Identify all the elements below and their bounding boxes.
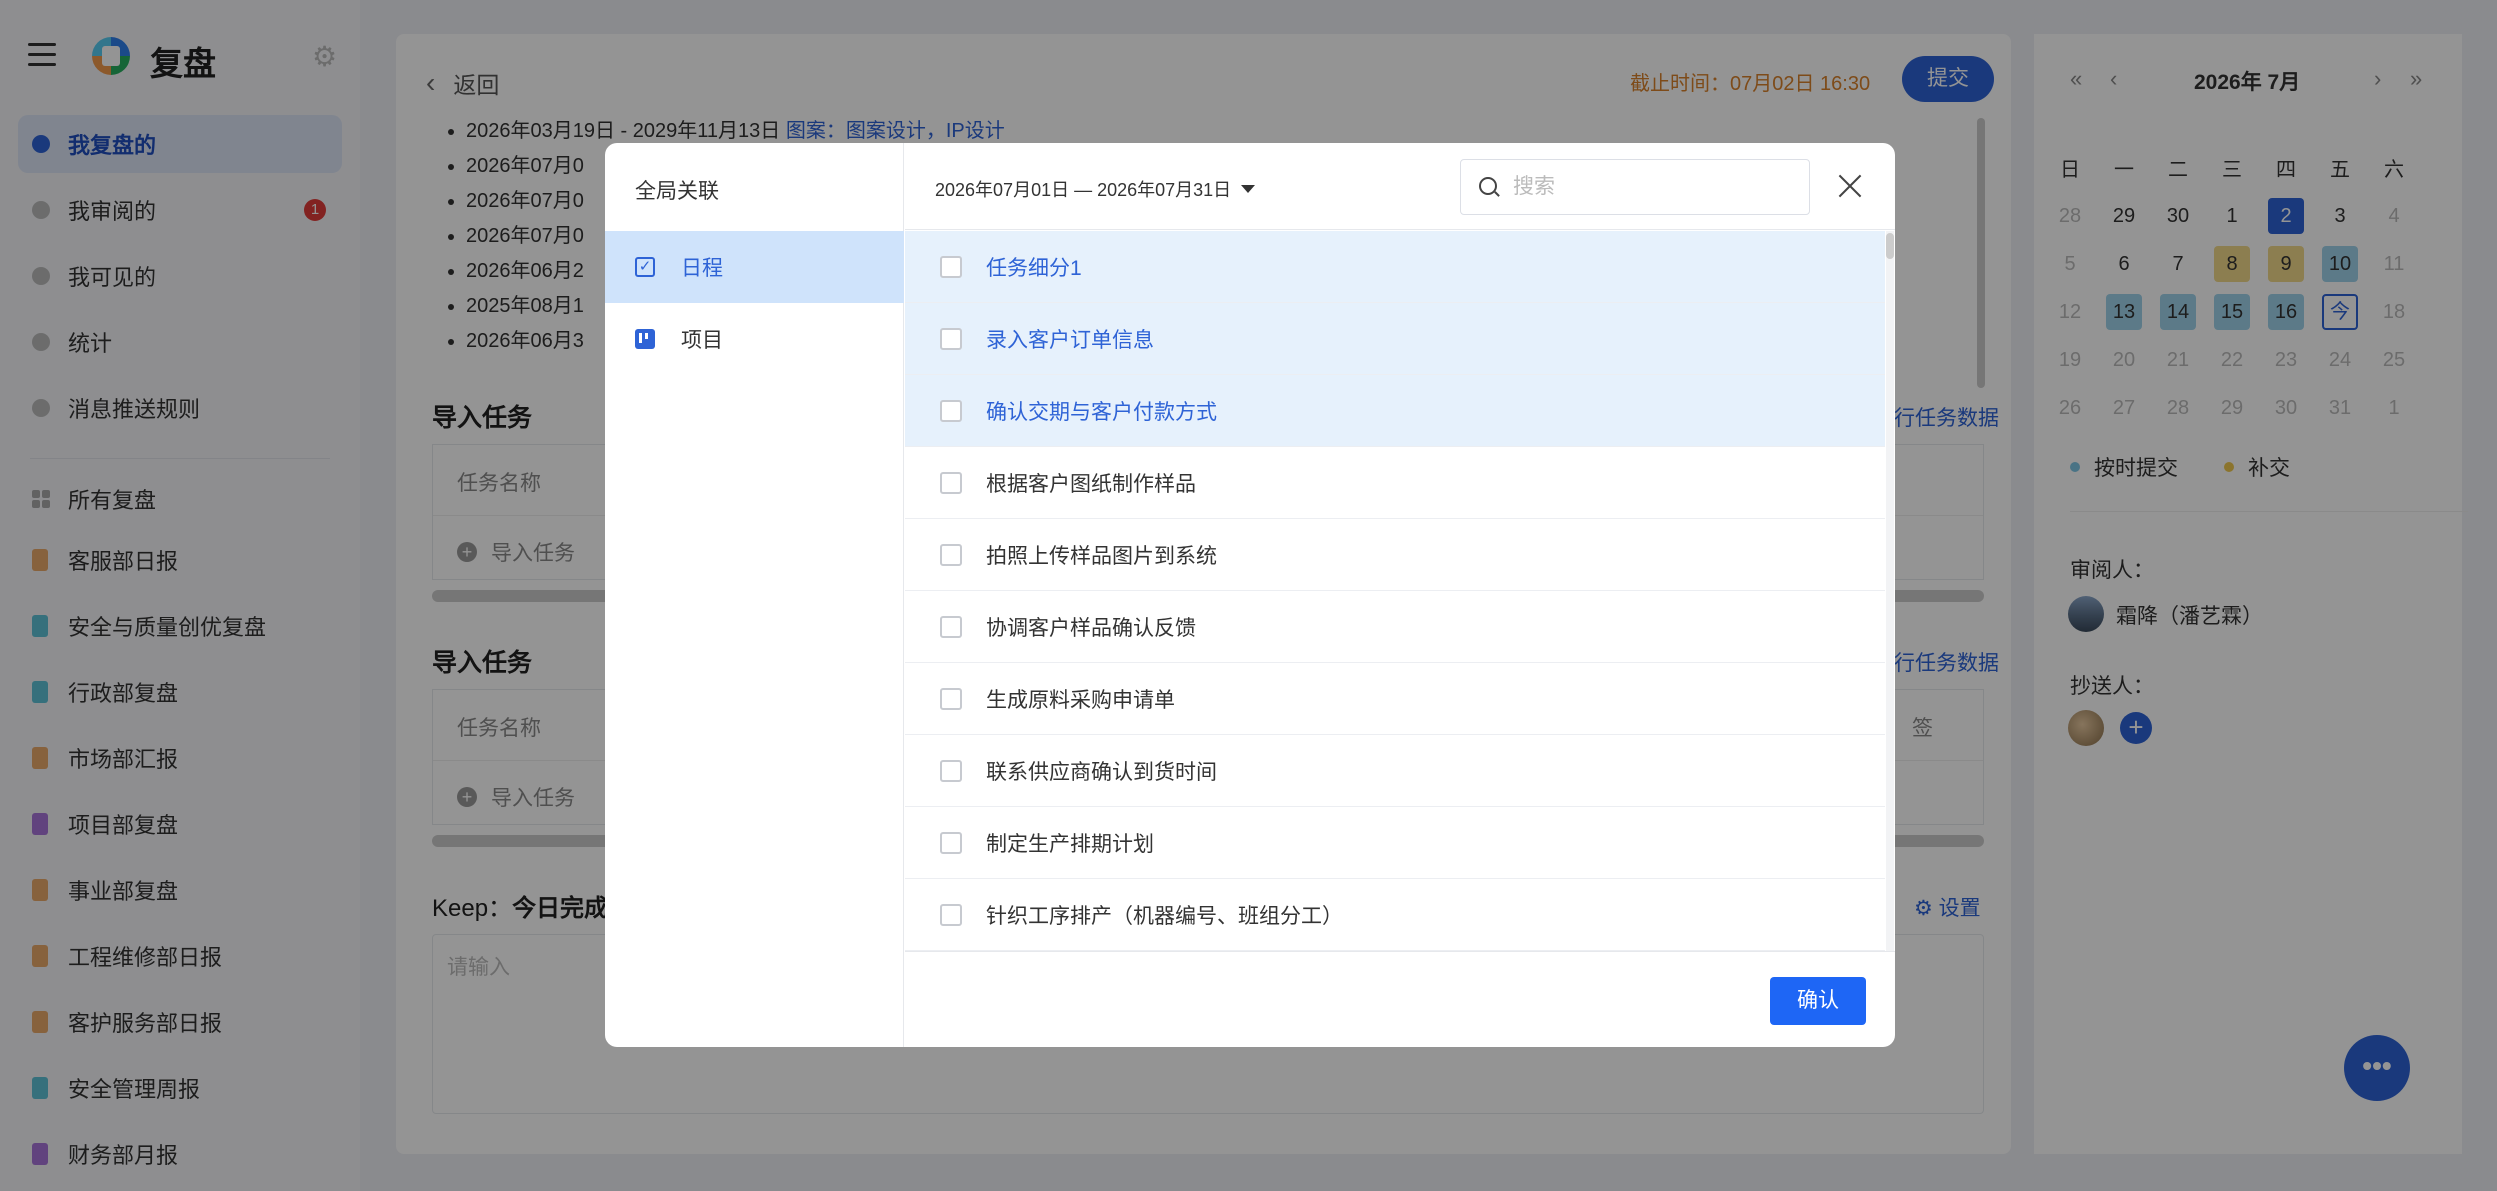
task-row[interactable]: 联系供应商确认到货时间: [905, 735, 1885, 807]
category-project[interactable]: 项目: [605, 303, 904, 375]
modal-footer: 确认: [905, 951, 1895, 1047]
task-row[interactable]: 确认交期与客户付款方式: [905, 375, 1885, 447]
task-label: 制定生产排期计划: [986, 832, 1154, 856]
task-row[interactable]: 针织工序排产（机器编号、班组分工）: [905, 879, 1885, 951]
task-row[interactable]: 协调客户样品确认反馈: [905, 591, 1885, 663]
task-label: 针织工序排产（机器编号、班组分工）: [986, 904, 1343, 928]
modal-category-sidebar: 全局关联 ✓ 日程 项目: [605, 143, 904, 1047]
task-label: 拍照上传样品图片到系统: [986, 544, 1217, 568]
task-label: 联系供应商确认到货时间: [986, 760, 1217, 784]
task-label: 录入客户订单信息: [986, 328, 1154, 352]
modal-title: 全局关联: [635, 180, 719, 203]
kanban-board-icon: [635, 329, 655, 349]
task-row[interactable]: 根据客户图纸制作样品: [905, 447, 1885, 519]
date-range-picker[interactable]: 2026年07月01日 — 2026年07月31日: [935, 176, 1256, 202]
category-schedule[interactable]: ✓ 日程: [605, 231, 904, 303]
task-checkbox[interactable]: [940, 471, 962, 494]
search-icon: [1479, 177, 1497, 195]
close-icon[interactable]: [1837, 173, 1863, 199]
task-label: 协调客户样品确认反馈: [986, 616, 1196, 640]
task-label: 任务细分1: [986, 256, 1082, 280]
task-checkbox[interactable]: [940, 399, 962, 422]
task-row[interactable]: 任务细分1: [905, 231, 1885, 303]
task-row[interactable]: 制定生产排期计划: [905, 807, 1885, 879]
confirm-button[interactable]: 确认: [1770, 977, 1866, 1025]
global-link-modal: 全局关联 ✓ 日程 项目 2026年07月01日 — 2026年07月31日 任…: [605, 143, 1895, 1047]
search-box: [1460, 159, 1810, 215]
task-row[interactable]: 拍照上传样品图片到系统: [905, 519, 1885, 591]
task-checkbox[interactable]: [940, 831, 962, 854]
task-row[interactable]: 录入客户订单信息: [905, 303, 1885, 375]
search-input[interactable]: [1513, 172, 1793, 202]
task-label: 根据客户图纸制作样品: [986, 472, 1196, 496]
task-checkbox[interactable]: [940, 759, 962, 782]
task-checkbox[interactable]: [940, 687, 962, 710]
checkbox-calendar-icon: ✓: [635, 257, 655, 277]
caret-down-icon: [1241, 185, 1256, 193]
task-list-scrollbar[interactable]: [1886, 231, 1894, 951]
task-label: 确认交期与客户付款方式: [986, 400, 1217, 424]
task-checkbox[interactable]: [940, 615, 962, 638]
task-row[interactable]: 生成原料采购申请单: [905, 663, 1885, 735]
task-checkbox[interactable]: [940, 543, 962, 566]
task-label: 生成原料采购申请单: [986, 688, 1175, 712]
task-checkbox[interactable]: [940, 903, 962, 926]
task-checkbox[interactable]: [940, 327, 962, 350]
modal-header: 2026年07月01日 — 2026年07月31日: [905, 143, 1895, 230]
task-checkbox[interactable]: [940, 255, 962, 278]
task-list: 任务细分1 录入客户订单信息确认交期与客户付款方式 根据客户图纸制作样品 拍照上传样品…: [905, 231, 1885, 951]
